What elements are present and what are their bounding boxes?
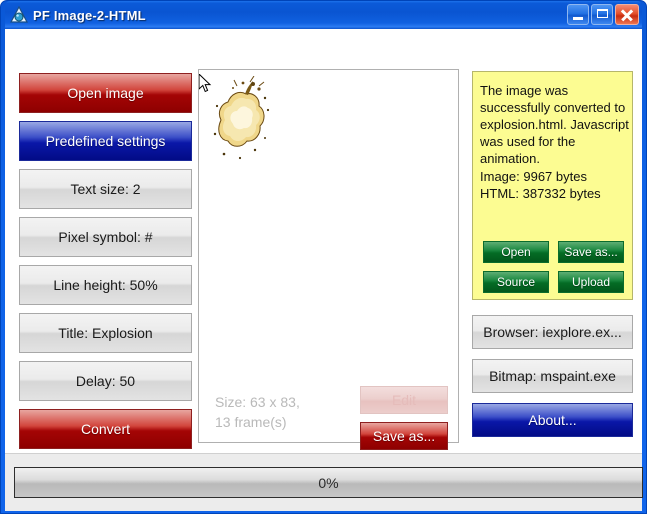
image-size-line: Size: 63 x 83, <box>215 394 300 410</box>
client-area: Open image Predefined settings Text size… <box>5 29 643 511</box>
progress-label: 0% <box>318 474 339 491</box>
image-preview-panel[interactable]: Size: 63 x 83, 13 frame(s) Transparent E… <box>198 69 459 486</box>
delay-button[interactable]: Delay: 50 <box>19 361 192 401</box>
mouse-pointer-icon <box>198 72 212 94</box>
save-result-as-button[interactable]: Save as... <box>558 241 624 263</box>
right-button-column: Browser: iexplore.ex... Bitmap: mspaint.… <box>472 315 633 447</box>
result-action-buttons: Open Save as... Source Upload <box>483 241 624 293</box>
application-window-root: PF Image-2-HTML Open image Predefined se… <box>0 0 647 514</box>
minimize-button[interactable] <box>567 4 589 25</box>
save-image-as-button[interactable]: Save as... <box>360 422 448 450</box>
bitmap-editor-setting-button[interactable]: Bitmap: mspaint.exe <box>472 359 633 393</box>
window-title: PF Image-2-HTML <box>33 7 146 23</box>
conversion-result-panel: The image was successfully converted to … <box>472 71 633 300</box>
convert-button[interactable]: Convert <box>19 409 192 449</box>
conversion-message: The image was successfully converted to … <box>480 83 629 166</box>
app-cone-icon <box>10 5 28 24</box>
window-controls <box>567 4 639 25</box>
progress-bar: 0% <box>14 467 643 498</box>
text-size-button[interactable]: Text size: 2 <box>19 169 192 209</box>
minimize-icon <box>573 17 583 20</box>
left-button-column: Open image Predefined settings Text size… <box>19 73 192 457</box>
image-frames-line: 13 frame(s) <box>215 414 287 430</box>
edit-button: Edit <box>360 386 448 414</box>
line-height-button[interactable]: Line height: 50% <box>19 265 192 305</box>
status-bar: 0% <box>5 453 643 511</box>
open-image-button[interactable]: Open image <box>19 73 192 113</box>
maximize-button[interactable] <box>591 4 613 25</box>
predefined-settings-button[interactable]: Predefined settings <box>19 121 192 161</box>
title-button[interactable]: Title: Explosion <box>19 313 192 353</box>
browser-setting-button[interactable]: Browser: iexplore.ex... <box>472 315 633 349</box>
upload-button[interactable]: Upload <box>558 271 624 293</box>
explosion-sprite-image <box>207 75 277 168</box>
image-bytes-label: Image: 9967 bytes <box>480 169 587 184</box>
title-bar: PF Image-2-HTML <box>5 1 642 29</box>
pixel-symbol-button[interactable]: Pixel symbol: # <box>19 217 192 257</box>
open-result-button[interactable]: Open <box>483 241 549 263</box>
view-source-button[interactable]: Source <box>483 271 549 293</box>
maximize-icon <box>597 9 608 18</box>
image-info-text: Size: 63 x 83, 13 frame(s) <box>215 392 300 432</box>
close-button[interactable] <box>615 4 639 25</box>
html-bytes-label: HTML: 387332 bytes <box>480 186 601 201</box>
about-button[interactable]: About... <box>472 403 633 437</box>
conversion-stats: Image: 9967 bytes HTML: 387332 bytes <box>480 168 601 202</box>
main-window: PF Image-2-HTML Open image Predefined se… <box>0 0 647 514</box>
